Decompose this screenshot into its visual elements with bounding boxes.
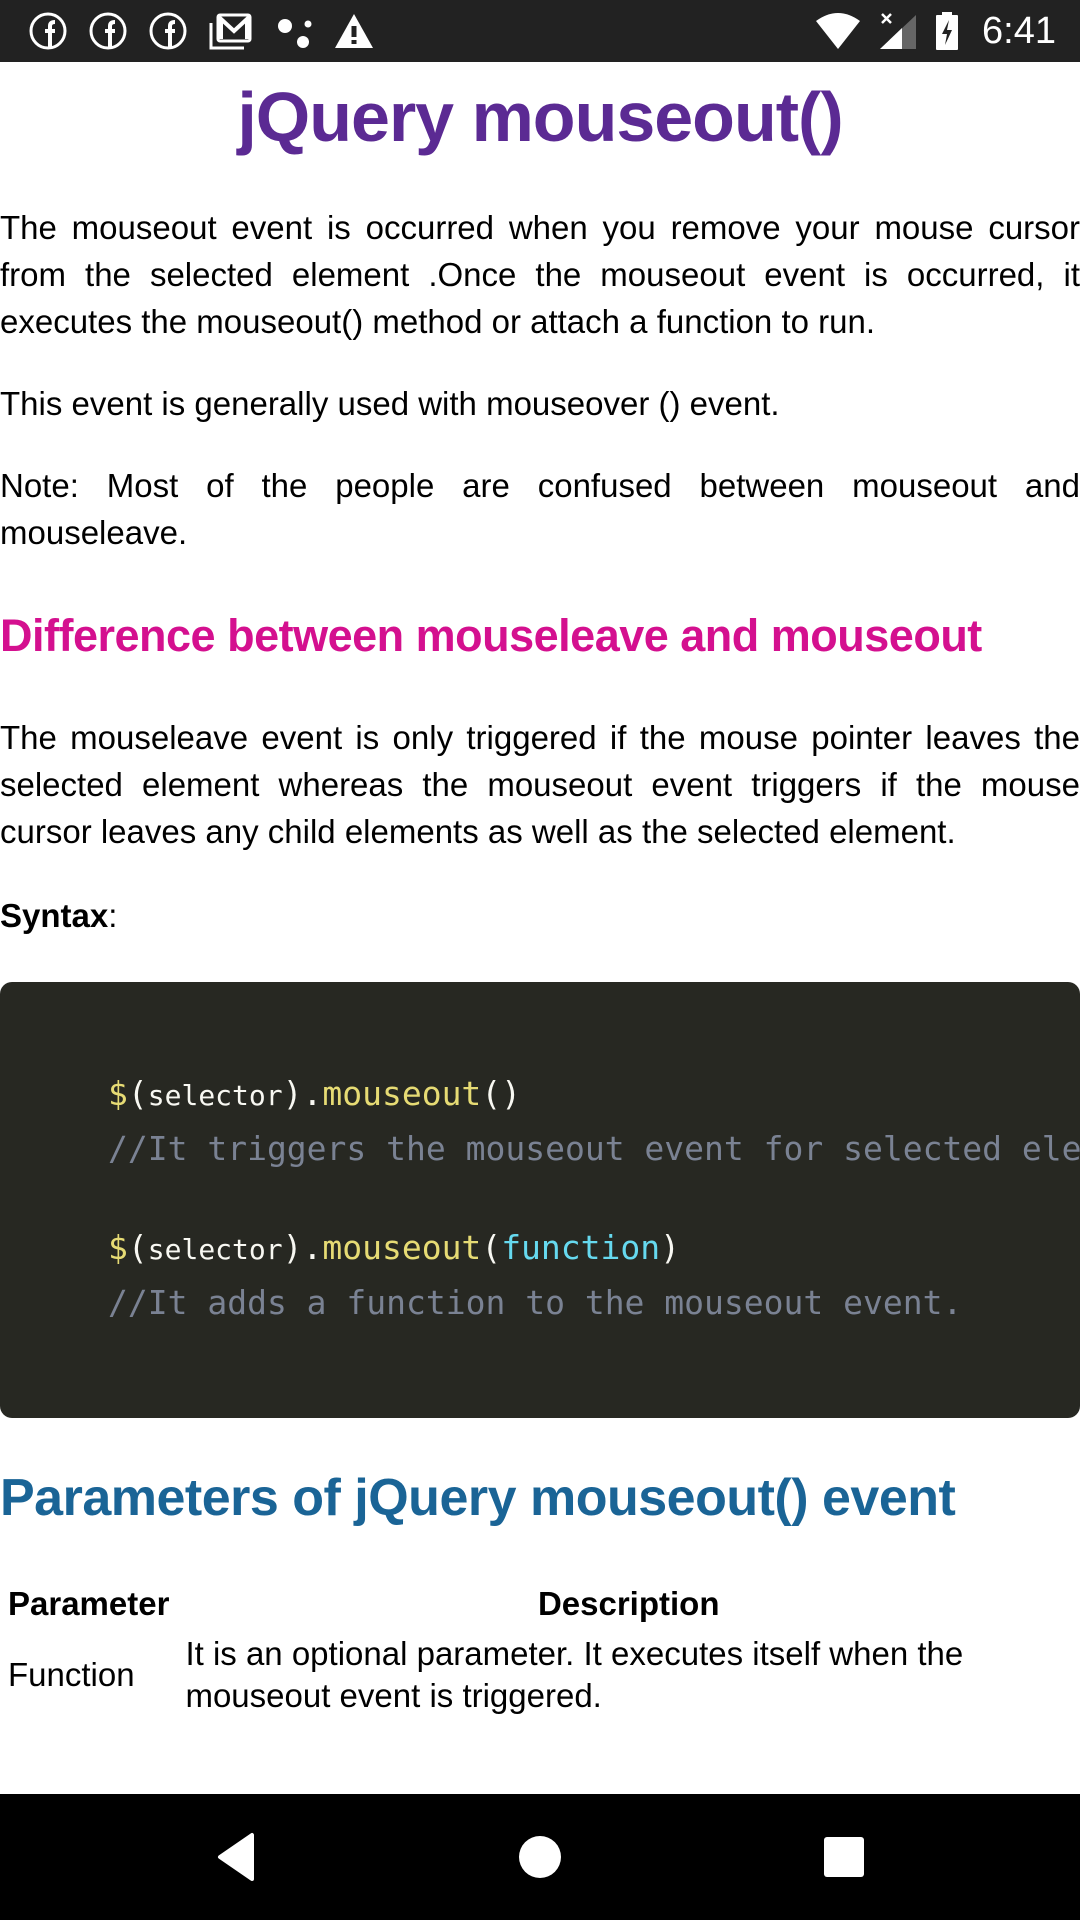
syntax-colon: : (108, 897, 118, 934)
facebook-icon (28, 11, 68, 51)
home-button[interactable] (480, 1794, 600, 1920)
cell-parameter: Function (8, 1656, 135, 1693)
parameters-table: Parameter Description Function It is an … (0, 1581, 1080, 1723)
header-parameter: Parameter (8, 1585, 170, 1622)
home-icon (519, 1836, 561, 1878)
difference-paragraph: The mouseleave event is only triggered i… (0, 719, 1080, 850)
parameters-heading: Parameters of jQuery mouseout() event (0, 1469, 956, 1527)
note-paragraph: Note: Most of the people are confused be… (0, 467, 1080, 551)
syntax-label: Syntax: (0, 892, 1080, 939)
wifi-icon (814, 11, 862, 51)
code-paren-close: ) (660, 1228, 681, 1267)
code-dollar: $ (108, 1228, 128, 1267)
recents-button[interactable] (784, 1794, 904, 1920)
code-selector: selector (147, 1079, 283, 1112)
table-header-row: Parameter Description (0, 1581, 1080, 1627)
code-args: () (481, 1074, 522, 1113)
table-row: Function It is an optional parameter. It… (0, 1627, 1080, 1723)
code-line-1: $(selector).mouseout() (108, 1074, 521, 1113)
article-content: jQuery mouseout() The mouseout event is … (0, 62, 1080, 1794)
code-block[interactable]: $(selector).mouseout() //It triggers the… (0, 982, 1080, 1418)
clock: 6:41 (982, 9, 1056, 52)
code-close-dot: ). (282, 1228, 323, 1267)
intro-paragraph: The mouseout event is occurred when you … (0, 209, 1080, 340)
dots-icon (274, 11, 314, 51)
syntax-label-text: Syntax (0, 897, 109, 934)
back-icon (218, 1833, 254, 1881)
code-open-paren: ( (127, 1228, 148, 1267)
code-dollar: $ (108, 1074, 128, 1113)
notification-icons (28, 10, 374, 52)
gmail-icon (208, 11, 254, 51)
facebook-icon (148, 11, 188, 51)
code-close-dot: ). (282, 1074, 323, 1113)
code-method: mouseout (322, 1074, 482, 1113)
code-comment-1: //It triggers the mouseout event for sel… (108, 1129, 1080, 1168)
usage-paragraph: This event is generally used with mouseo… (0, 385, 780, 422)
back-button[interactable] (176, 1794, 296, 1920)
code-selector: selector (147, 1233, 283, 1266)
cell-description: It is an optional parameter. It executes… (185, 1635, 964, 1714)
code-line-2: $(selector).mouseout(function) (108, 1228, 680, 1267)
warning-icon (334, 11, 374, 51)
recents-icon (824, 1837, 864, 1877)
status-bar: 6:41 (0, 0, 1080, 62)
code-function-arg: function (501, 1228, 661, 1267)
facebook-icon (88, 11, 128, 51)
header-description: Description (537, 1585, 720, 1622)
code-comment-2: //It adds a function to the mouseout eve… (108, 1283, 963, 1322)
code-open-paren: ( (127, 1074, 148, 1113)
code-paren-open: ( (481, 1228, 502, 1267)
signal-no-data-icon (878, 11, 918, 51)
difference-heading: Difference between mouseleave and mouseo… (0, 610, 982, 661)
code-method: mouseout (322, 1228, 482, 1267)
page-title: jQuery mouseout() (237, 78, 843, 156)
battery-charging-icon (934, 11, 960, 51)
system-icons: 6:41 (814, 8, 1056, 54)
navigation-bar (0, 1794, 1080, 1920)
